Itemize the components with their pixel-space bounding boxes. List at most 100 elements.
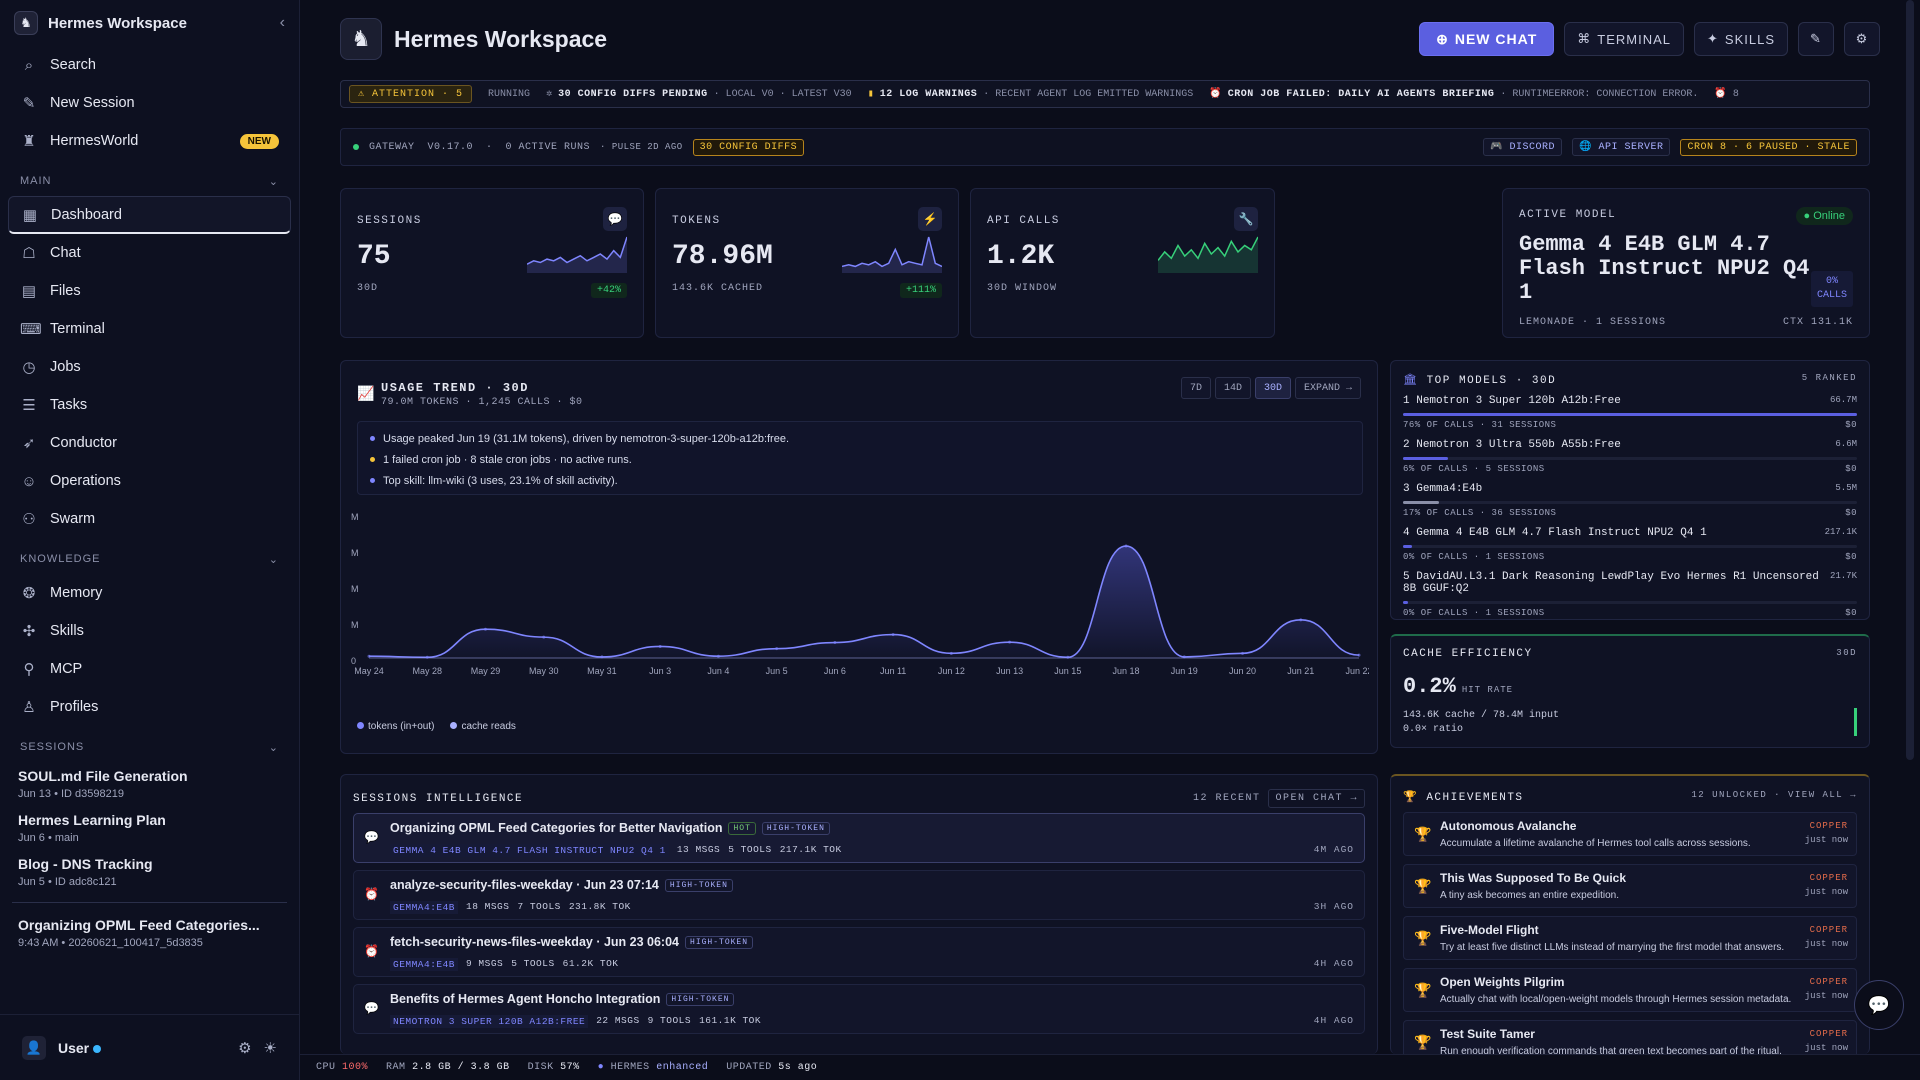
- chat-fab-button[interactable]: 💬: [1854, 980, 1904, 1030]
- sidebar-item-files[interactable]: ▤ Files: [0, 272, 299, 310]
- stat-value: 75: [357, 241, 391, 272]
- top-model-tokens: 6.6M: [1835, 439, 1857, 449]
- scrollbar[interactable]: [1906, 0, 1914, 760]
- data-point[interactable]: [542, 635, 546, 639]
- legend-tokens[interactable]: tokens (in+out): [357, 721, 434, 732]
- cron-status-chip[interactable]: CRON 8 · 6 PAUSED · STALE: [1680, 138, 1857, 156]
- edit-button[interactable]: ✎: [1798, 22, 1834, 56]
- data-point[interactable]: [1008, 640, 1012, 644]
- session-intel-row[interactable]: ⏰ analyze-security-files-weekday · Jun 23…: [353, 870, 1365, 920]
- session-intel-title-text: Organizing OPML Feed Categories for Bett…: [390, 821, 723, 835]
- sidebar-item-skills[interactable]: ✣ Skills: [0, 612, 299, 650]
- top-model-row[interactable]: 1 Nemotron 3 Super 120b A12b:Free 66.7M 76…: [1403, 395, 1857, 439]
- data-point[interactable]: [1066, 655, 1070, 659]
- sessions-intel-header: SESSIONS INTELLIGENCE 12 RECENT OPEN CHAT…: [353, 789, 1365, 808]
- session-intel-row[interactable]: ⏰ fetch-security-news-files-weekday · Jun…: [353, 927, 1365, 977]
- data-point[interactable]: [833, 641, 837, 645]
- session-item[interactable]: SOUL.md File Generation Jun 13 • ID d3598…: [0, 762, 299, 806]
- data-point[interactable]: [367, 654, 371, 658]
- data-point[interactable]: [716, 654, 720, 658]
- sidebar-item-operations[interactable]: ☺ Operations: [0, 462, 299, 500]
- sidebar-item-profiles[interactable]: ♙ Profiles: [0, 688, 299, 726]
- achievement-title: Test Suite Tamer: [1440, 1027, 1535, 1041]
- top-model-row[interactable]: 4 Gemma 4 E4B GLM 4.7 Flash Instruct NPU…: [1403, 527, 1857, 571]
- sidebar-item-memory[interactable]: ❂ Memory: [0, 574, 299, 612]
- data-point[interactable]: [600, 655, 604, 659]
- open-chat-button[interactable]: OPEN CHAT →: [1268, 789, 1365, 808]
- stat-card-tokens[interactable]: TOKENS 78.96M 143.6K CACHED ⚡ +111%: [655, 188, 959, 338]
- session-intel-title-text: analyze-security-files-weekday · Jun 23 …: [390, 878, 659, 892]
- data-point[interactable]: [483, 627, 487, 631]
- collapse-sidebar-icon[interactable]: ‹: [280, 14, 285, 32]
- trophy-icon: 🏆: [1414, 982, 1432, 998]
- y-tick-label: M: [351, 620, 359, 630]
- theme-sun-icon[interactable]: ☀: [264, 1039, 277, 1057]
- data-point[interactable]: [1241, 651, 1245, 655]
- data-point[interactable]: [1299, 618, 1303, 622]
- config-diffs-chip[interactable]: 30 CONFIG DIFFS: [692, 138, 805, 156]
- sidebar-item-tasks[interactable]: ☰ Tasks: [0, 386, 299, 424]
- terminal-button[interactable]: ⌘ TERMINAL: [1564, 22, 1684, 56]
- sidebar-item-mcp[interactable]: ⚲ MCP: [0, 650, 299, 688]
- range-7d-button[interactable]: 7D: [1180, 377, 1211, 399]
- achievement-row[interactable]: 🏆 Autonomous Avalanche Accumulate a lifeti…: [1403, 812, 1857, 856]
- data-point[interactable]: [1357, 653, 1361, 657]
- session-tok: 161.1K TOK: [699, 1015, 762, 1026]
- sidebar-item-chat[interactable]: ☖ Chat: [0, 234, 299, 272]
- stat-card-sessions[interactable]: SESSIONS 75 30D 💬 +42%: [340, 188, 644, 338]
- skills-button[interactable]: ✦ SKILLS: [1694, 22, 1788, 56]
- session-intel-row[interactable]: 💬 Organizing OPML Feed Categories for Bet…: [353, 813, 1365, 863]
- view-all-link[interactable]: 12 UNLOCKED · VIEW ALL →: [1691, 790, 1857, 804]
- achievement-row[interactable]: 🏆 Five-Model Flight Try at least five dist…: [1403, 916, 1857, 960]
- expand-button[interactable]: EXPAND →: [1294, 377, 1361, 399]
- data-point[interactable]: [775, 647, 779, 651]
- sidebar-item-dashboard[interactable]: ▦ Dashboard: [8, 196, 291, 234]
- session-intel-row[interactable]: 💬 Benefits of Hermes Agent Honcho Integra…: [353, 984, 1365, 1034]
- user-avatar-icon[interactable]: 👤: [22, 1035, 46, 1060]
- top-model-row[interactable]: 2 Nemotron 3 Ultra 550b A55b:Free 6.6M 6% …: [1403, 439, 1857, 483]
- data-point[interactable]: [658, 644, 662, 648]
- data-point[interactable]: [425, 655, 429, 659]
- knowledge-section-header[interactable]: KNOWLEDGE ⌄: [0, 544, 299, 574]
- sidebar-item-terminal[interactable]: ⌨ Terminal: [0, 310, 299, 348]
- session-item[interactable]: Blog - DNS Tracking Jun 5 • ID adc8c121: [0, 850, 299, 894]
- legend-cache[interactable]: cache reads: [450, 721, 516, 732]
- sidebar-item-hermesworld[interactable]: ♜ HermesWorld NEW: [0, 122, 299, 160]
- range-30d-button[interactable]: 30D: [1254, 377, 1291, 399]
- api-server-chip[interactable]: 🌐 API SERVER: [1571, 138, 1671, 156]
- sparkline: [1158, 236, 1258, 273]
- user-name[interactable]: User: [58, 1040, 102, 1056]
- new-chat-button[interactable]: ⊕ NEW CHAT: [1419, 22, 1555, 56]
- top-model-row[interactable]: 3 Gemma4:E4b 5.5M 17% OF CALLS · 36 SESSIO…: [1403, 483, 1857, 527]
- pencil-icon: ✎: [1810, 31, 1822, 46]
- achievement-row[interactable]: 🏆 Open Weights Pilgrim Actually chat with …: [1403, 968, 1857, 1012]
- data-point[interactable]: [1124, 544, 1128, 548]
- sessions-section-header[interactable]: SESSIONS ⌄: [0, 732, 299, 762]
- sidebar-item-jobs[interactable]: ◷ Jobs: [0, 348, 299, 386]
- top-bar: ♞ Hermes Workspace ⊕ NEW CHAT ⌘ TERMINAL ✦…: [340, 16, 1880, 62]
- settings-button[interactable]: ⚙: [1844, 22, 1880, 56]
- attention-count: ATTENTION · 5: [372, 89, 464, 100]
- session-item[interactable]: Hermes Learning Plan Jun 6 • main: [0, 806, 299, 850]
- range-14d-button[interactable]: 14D: [1214, 377, 1251, 399]
- stat-sub: 143.6K CACHED: [672, 283, 764, 294]
- achievement-row[interactable]: 🏆 This Was Supposed To Be Quick A tiny ask…: [1403, 864, 1857, 908]
- data-point[interactable]: [949, 651, 953, 655]
- puzzle-icon: ✣: [22, 623, 36, 640]
- log-warnings-label: 12 LOG WARNINGS: [879, 89, 978, 100]
- stat-card-api-calls[interactable]: API CALLS 1.2K 30D WINDOW 🔧: [970, 188, 1275, 338]
- settings-gear-icon[interactable]: ⚙: [238, 1039, 251, 1057]
- session-item[interactable]: Organizing OPML Feed Categories... 9:43 A…: [0, 911, 299, 955]
- attention-ticker[interactable]: ⚠ ATTENTION · 5 RUNNING ✲ 30 CONFIG DIFF…: [340, 80, 1870, 108]
- main-section-header[interactable]: MAIN ⌄: [0, 166, 299, 196]
- data-point[interactable]: [1182, 655, 1186, 659]
- x-tick-label: Jun 11: [880, 666, 906, 676]
- sidebar-item-conductor[interactable]: ➶ Conductor: [0, 424, 299, 462]
- sidebar-item-swarm[interactable]: ⚇ Swarm: [0, 500, 299, 538]
- data-point[interactable]: [891, 633, 895, 637]
- sidebar-item-search[interactable]: ⌕ Search: [0, 46, 299, 84]
- top-model-row[interactable]: 5 DavidAU.L3.1 Dark Reasoning LewdPlay E…: [1403, 571, 1857, 618]
- sidebar-item-new-session[interactable]: ✎ New Session: [0, 84, 299, 122]
- session-intel-title-text: Benefits of Hermes Agent Honcho Integrat…: [390, 992, 661, 1006]
- discord-chip[interactable]: 🎮 DISCORD: [1483, 138, 1562, 156]
